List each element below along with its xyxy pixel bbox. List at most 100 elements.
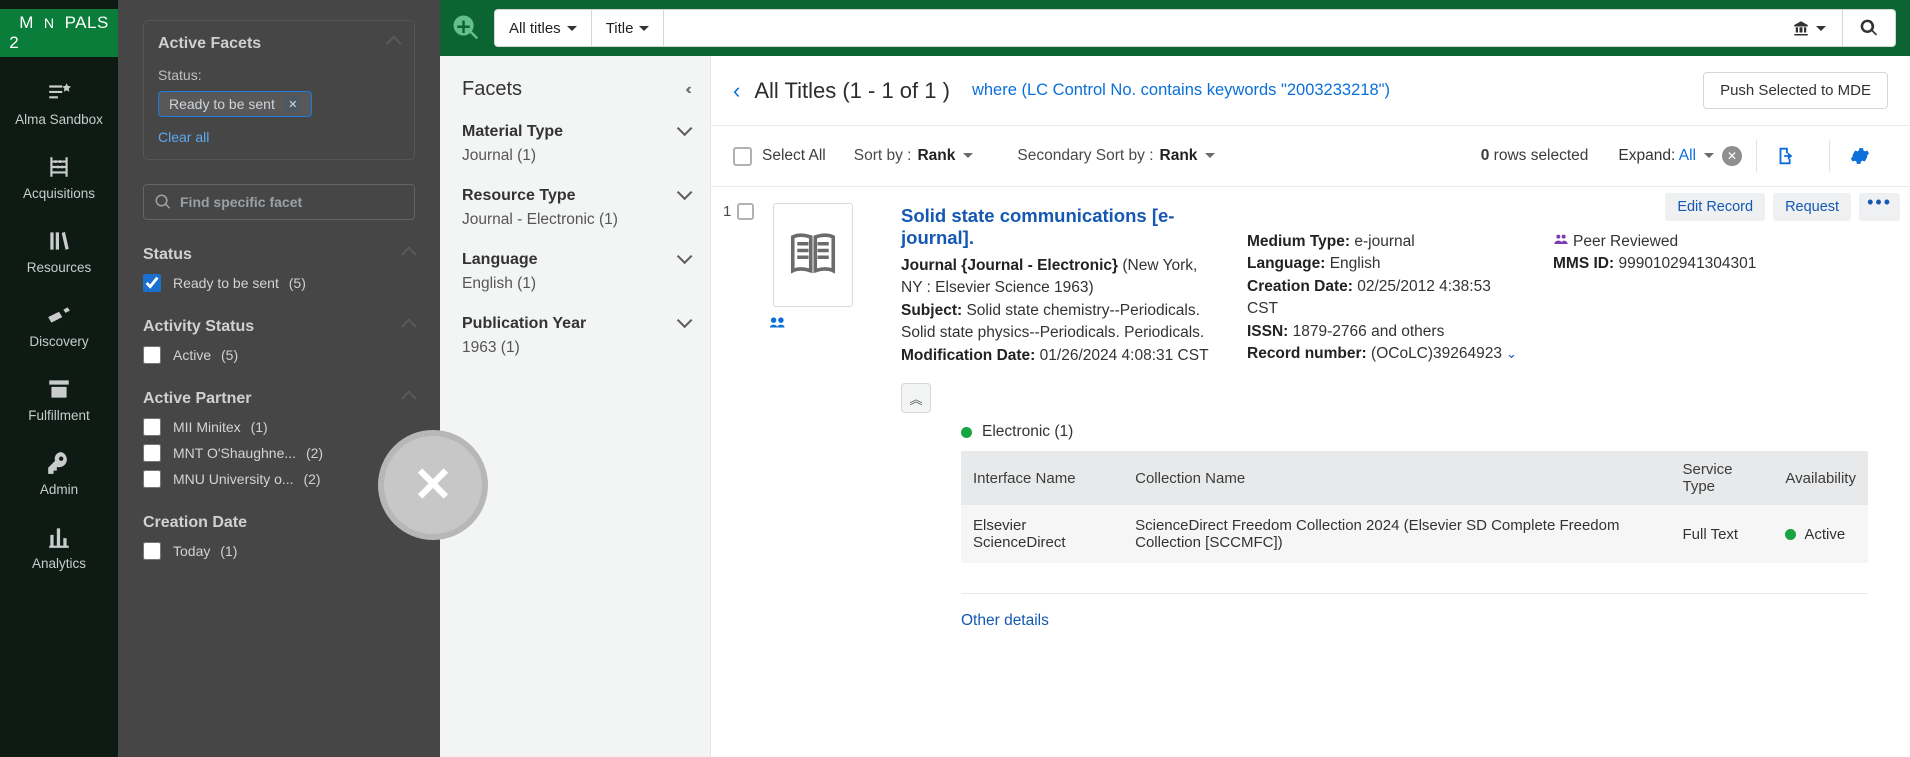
holdings-table: Interface Name Collection Name Service T…	[961, 451, 1868, 563]
checkbox[interactable]	[143, 542, 161, 560]
abacus-icon	[45, 154, 73, 180]
caret-down-icon	[639, 20, 649, 37]
bar-chart-icon	[45, 524, 73, 550]
active-facets-title: Active Facets	[158, 35, 261, 53]
institution-icon	[1792, 19, 1810, 37]
settings-button[interactable]	[1829, 140, 1888, 172]
books-icon	[45, 228, 73, 254]
chevron-down-icon	[677, 251, 688, 269]
export-button[interactable]	[1756, 140, 1815, 172]
nav-resources[interactable]: Resources	[0, 213, 118, 287]
nav-alma-sandbox[interactable]: Alma Sandbox	[0, 65, 118, 139]
facet-row[interactable]: MII Minitex (1)	[143, 418, 415, 436]
collapse-holdings-button[interactable]: ︽	[901, 383, 931, 413]
app-logo: MNPALS 2	[0, 0, 118, 65]
checkbox[interactable]	[143, 470, 161, 488]
active-facets-box: Active Facets Status: Ready to be sent ✕…	[143, 20, 415, 160]
star-list-icon	[45, 80, 73, 106]
checkbox[interactable]	[143, 418, 161, 436]
select-all-checkbox[interactable]	[733, 147, 752, 166]
sort-by-dropdown[interactable]: Rank	[917, 147, 973, 165]
expand-dropdown[interactable]: Expand: All	[1618, 147, 1714, 165]
search-icon	[154, 193, 172, 211]
clear-all-facets[interactable]: Clear all	[158, 129, 209, 145]
chevron-down-icon	[677, 315, 688, 333]
status-dot-icon	[961, 427, 972, 438]
table-row[interactable]: Elsevier ScienceDirect ScienceDirect Fre…	[961, 505, 1868, 563]
close-icon: ✕	[413, 457, 453, 513]
checkbox[interactable]	[143, 444, 161, 462]
search-icon	[1859, 18, 1879, 38]
facet-row[interactable]: Today (1)	[143, 542, 415, 560]
nav-acquisitions[interactable]: Acquisitions	[0, 139, 118, 213]
related-records-icon[interactable]	[769, 315, 791, 332]
facet-option[interactable]: English (1)	[462, 275, 688, 293]
results-heading: All Titles (1 - 1 of 1 )	[754, 78, 950, 104]
search-bar: All titles Title	[440, 0, 1910, 56]
facet-creation-date: Creation Date Today (1)	[143, 514, 415, 560]
clear-expand-icon[interactable]: ✕	[1722, 146, 1742, 166]
task-panel-overlay: Active Facets Status: Ready to be sent ✕…	[118, 0, 440, 757]
checkbox[interactable]	[143, 274, 161, 292]
collapse-facets-icon[interactable]: ‹‹	[685, 81, 688, 99]
nav-analytics[interactable]: Analytics	[0, 509, 118, 583]
facet-option[interactable]: 1963 (1)	[462, 339, 688, 357]
more-actions-button[interactable]: •••	[1859, 193, 1900, 221]
search-submit-button[interactable]	[1843, 9, 1896, 47]
result-record: 1 Edit Record Request ••• Solid state co…	[711, 187, 1910, 660]
facets-title: Facets	[462, 78, 522, 101]
find-facet-input[interactable]: Find specific facet	[143, 184, 415, 220]
close-panel-button[interactable]: ✕	[378, 430, 488, 540]
nav-admin[interactable]: Admin	[0, 435, 118, 509]
remove-facet-icon[interactable]: ✕	[285, 96, 301, 112]
record-checkbox[interactable]	[737, 203, 754, 220]
persistent-search-icon[interactable]	[448, 10, 484, 46]
search-in-dropdown[interactable]	[1776, 9, 1843, 47]
search-field-dropdown[interactable]: Title	[592, 10, 665, 46]
select-all-label: Select All	[762, 147, 826, 165]
facet-activity-status: Activity Status Active (5)	[143, 318, 415, 364]
results-header: ‹ All Titles (1 - 1 of 1 ) where (LC Con…	[711, 56, 1910, 126]
telescope-icon	[45, 302, 73, 328]
rows-selected: 0 rows selected	[1481, 147, 1589, 165]
facets-panel: Facets ‹‹ Material Type Journal (1) Reso…	[440, 56, 711, 757]
facet-row[interactable]: Ready to be sent (5)	[143, 274, 415, 292]
facet-option[interactable]: Journal (1)	[462, 147, 688, 165]
nav-fulfillment[interactable]: Fulfillment	[0, 361, 118, 435]
edit-record-button[interactable]: Edit Record	[1665, 193, 1765, 221]
record-title[interactable]: Solid state communications [e-journal].	[901, 205, 1211, 249]
chevron-up-icon[interactable]	[404, 318, 415, 336]
facet-status: Status Ready to be sent (5)	[143, 246, 415, 292]
facet-row[interactable]: Active (5)	[143, 346, 415, 364]
left-nav: MNPALS 2 Alma Sandbox Acquisitions Resou…	[0, 0, 118, 757]
push-to-mde-button[interactable]: Push Selected to MDE	[1703, 72, 1888, 109]
electronic-availability[interactable]: Electronic (1)	[961, 423, 1888, 441]
chevron-up-icon[interactable]	[404, 246, 415, 264]
facet-language: Language English (1)	[462, 251, 688, 293]
expand-identifiers-icon[interactable]: ⌄	[1506, 346, 1517, 361]
checkbox[interactable]	[143, 346, 161, 364]
book-icon	[786, 228, 840, 282]
chevron-up-icon[interactable]	[404, 390, 415, 408]
search-scope-dropdown[interactable]: All titles	[495, 10, 592, 46]
nav-discovery[interactable]: Discovery	[0, 287, 118, 361]
results-query[interactable]: where (LC Control No. contains keywords …	[972, 81, 1703, 100]
peer-reviewed-badge: Peer Reviewed	[1553, 231, 1763, 253]
facet-option[interactable]: Journal - Electronic (1)	[462, 211, 688, 229]
results-pane: ‹ All Titles (1 - 1 of 1 ) where (LC Con…	[711, 56, 1910, 757]
chevron-down-icon	[677, 123, 688, 141]
active-facet-status-label: Status:	[158, 67, 400, 83]
other-details-link[interactable]: Other details	[961, 593, 1868, 630]
active-facet-chip[interactable]: Ready to be sent ✕	[158, 91, 312, 117]
secondary-sort-dropdown[interactable]: Rank	[1160, 147, 1216, 165]
facet-row[interactable]: MNU University o... (2)	[143, 470, 415, 488]
back-button[interactable]: ‹	[733, 78, 740, 104]
facet-active-partner: Active Partner MII Minitex (1) MNT O'Sha…	[143, 390, 415, 488]
search-input[interactable]	[664, 9, 1776, 47]
record-actions: Edit Record Request •••	[1665, 193, 1900, 221]
facet-publication-year: Publication Year 1963 (1)	[462, 315, 688, 357]
facet-row[interactable]: MNT O'Shaughne... (2)	[143, 444, 415, 462]
request-button[interactable]: Request	[1773, 193, 1851, 221]
archive-icon	[45, 376, 73, 402]
chevron-up-icon[interactable]	[389, 35, 400, 53]
